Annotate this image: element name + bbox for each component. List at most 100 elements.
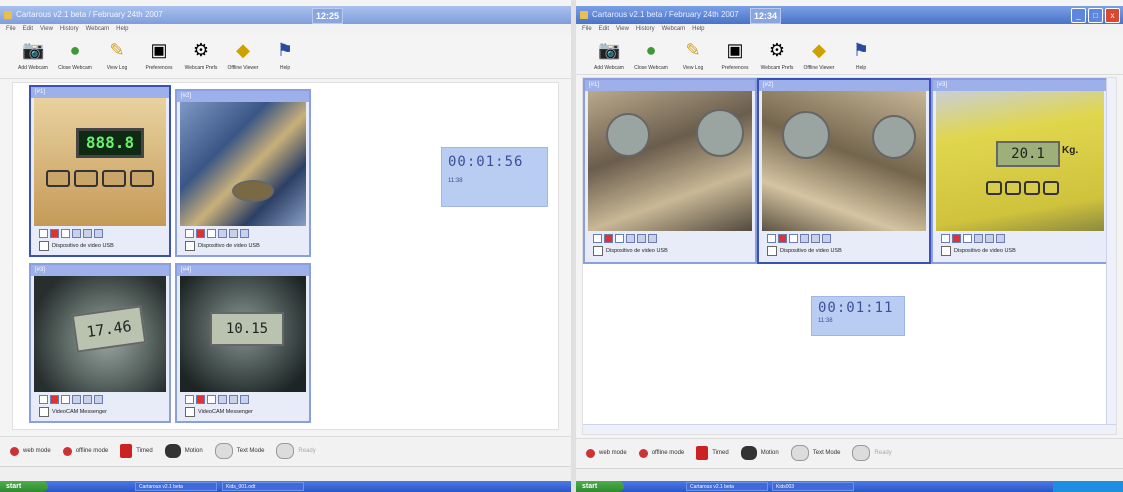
record-icon[interactable]: [952, 234, 961, 243]
play-icon[interactable]: [185, 395, 194, 404]
snapshot-icon[interactable]: [207, 395, 216, 404]
option-icon[interactable]: [94, 395, 103, 404]
add-webcam-button[interactable]: 📷 Add Webcam: [14, 36, 52, 76]
record-icon[interactable]: [604, 234, 613, 243]
menu-help[interactable]: Help: [116, 24, 128, 35]
option-icon[interactable]: [218, 229, 227, 238]
option-icon[interactable]: [240, 229, 249, 238]
record-icon[interactable]: [778, 234, 787, 243]
snapshot-icon[interactable]: [789, 234, 798, 243]
webcam-panel[interactable]: [#1] Dispositivo de video USB: [583, 78, 757, 264]
close-webcam-button[interactable]: ● Close Webcam: [56, 36, 94, 76]
option-icon[interactable]: [800, 234, 809, 243]
menu-edit[interactable]: Edit: [599, 24, 609, 35]
webcam-panel[interactable]: [#3] 17.46 VideoCAM Messenger: [29, 263, 171, 423]
option-icon[interactable]: [648, 234, 657, 243]
play-icon[interactable]: [941, 234, 950, 243]
web-mode-button[interactable]: web mode: [10, 446, 51, 456]
offline-viewer-button[interactable]: ◆ Offline Viewer: [800, 36, 838, 76]
option-icon[interactable]: [974, 234, 983, 243]
offline-mode-button[interactable]: offline mode: [638, 448, 684, 458]
text-mode-button[interactable]: Text Mode: [214, 443, 264, 459]
title-bar[interactable]: Cartarous v2.1 beta / February 24th 2007…: [0, 6, 571, 24]
snapshot-icon[interactable]: [61, 229, 70, 238]
snapshot-icon[interactable]: [207, 229, 216, 238]
device-icon[interactable]: [39, 241, 49, 251]
play-icon[interactable]: [767, 234, 776, 243]
menu-history[interactable]: History: [636, 24, 655, 35]
webcam-panel[interactable]: [#2] Dispositivo de video USB: [757, 78, 931, 264]
help-button[interactable]: ⚑ Help: [842, 36, 880, 76]
menu-webcam[interactable]: Webcam: [662, 24, 686, 35]
web-mode-button[interactable]: web mode: [586, 448, 627, 458]
close-webcam-button[interactable]: ● Close Webcam: [632, 36, 670, 76]
title-bar[interactable]: Cartarous v2.1 beta / February 24th 2007…: [576, 6, 1123, 24]
option-icon[interactable]: [996, 234, 1005, 243]
menu-edit[interactable]: Edit: [23, 24, 33, 35]
menu-view[interactable]: View: [616, 24, 629, 35]
timed-button[interactable]: Timed: [696, 446, 729, 460]
menu-file[interactable]: File: [582, 24, 592, 35]
option-icon[interactable]: [72, 395, 81, 404]
start-button[interactable]: start: [0, 481, 48, 492]
record-icon[interactable]: [196, 395, 205, 404]
play-icon[interactable]: [185, 229, 194, 238]
minimize-button[interactable]: _: [1071, 8, 1086, 23]
webcam-panel[interactable]: [#2] Dispositivo de video USB: [175, 89, 311, 257]
device-icon[interactable]: [941, 246, 951, 256]
play-icon[interactable]: [39, 395, 48, 404]
device-icon[interactable]: [185, 241, 195, 251]
ready-button[interactable]: Ready: [276, 443, 316, 459]
option-icon[interactable]: [637, 234, 646, 243]
option-icon[interactable]: [822, 234, 831, 243]
play-icon[interactable]: [39, 229, 48, 238]
webcam-panel[interactable]: [#1] 888.8 Dispositivo de video USB: [29, 85, 171, 257]
option-icon[interactable]: [72, 229, 81, 238]
taskbar-item[interactable]: Cartarous v2.1 beta: [686, 482, 768, 491]
menu-history[interactable]: History: [60, 24, 79, 35]
snapshot-icon[interactable]: [615, 234, 624, 243]
option-icon[interactable]: [985, 234, 994, 243]
option-icon[interactable]: [94, 229, 103, 238]
close-button[interactable]: x: [1105, 8, 1120, 23]
help-button[interactable]: ⚑ Help: [266, 36, 304, 76]
menu-view[interactable]: View: [40, 24, 53, 35]
option-icon[interactable]: [229, 395, 238, 404]
preferences-button[interactable]: ▣ Preferences: [140, 36, 178, 76]
webcam-panel[interactable]: [#3] 20.1 Kg. Dispositivo de video USB: [931, 78, 1109, 264]
snapshot-icon[interactable]: [963, 234, 972, 243]
vertical-scrollbar[interactable]: [1106, 78, 1116, 434]
taskbar-item[interactable]: Kids003: [772, 482, 854, 491]
webcam-prefs-button[interactable]: ⚙ Webcam Prefs: [758, 36, 796, 76]
taskbar-item[interactable]: Cartarous v2.1 beta: [135, 482, 217, 491]
record-icon[interactable]: [50, 229, 59, 238]
option-icon[interactable]: [83, 229, 92, 238]
record-icon[interactable]: [196, 229, 205, 238]
view-log-button[interactable]: ✎ View Log: [674, 36, 712, 76]
option-icon[interactable]: [218, 395, 227, 404]
preferences-button[interactable]: ▣ Preferences: [716, 36, 754, 76]
timed-button[interactable]: Timed: [120, 444, 153, 458]
record-icon[interactable]: [50, 395, 59, 404]
webcam-panel[interactable]: [#4] 10.15 VideoCAM Messenger: [175, 263, 311, 423]
device-icon[interactable]: [185, 407, 195, 417]
text-mode-button[interactable]: Text Mode: [790, 445, 840, 461]
option-icon[interactable]: [229, 229, 238, 238]
horizontal-scrollbar[interactable]: [583, 424, 1116, 434]
offline-viewer-button[interactable]: ◆ Offline Viewer: [224, 36, 262, 76]
device-icon[interactable]: [39, 407, 49, 417]
option-icon[interactable]: [811, 234, 820, 243]
device-icon[interactable]: [767, 246, 777, 256]
menu-help[interactable]: Help: [692, 24, 704, 35]
option-icon[interactable]: [240, 395, 249, 404]
device-icon[interactable]: [593, 246, 603, 256]
snapshot-icon[interactable]: [61, 395, 70, 404]
menu-file[interactable]: File: [6, 24, 16, 35]
ready-button[interactable]: Ready: [852, 445, 892, 461]
menu-webcam[interactable]: Webcam: [86, 24, 110, 35]
motion-button[interactable]: Motion: [164, 444, 203, 458]
view-log-button[interactable]: ✎ View Log: [98, 36, 136, 76]
start-button[interactable]: start: [576, 481, 624, 492]
add-webcam-button[interactable]: 📷 Add Webcam: [590, 36, 628, 76]
taskbar-item[interactable]: Kids_001.odt: [222, 482, 304, 491]
